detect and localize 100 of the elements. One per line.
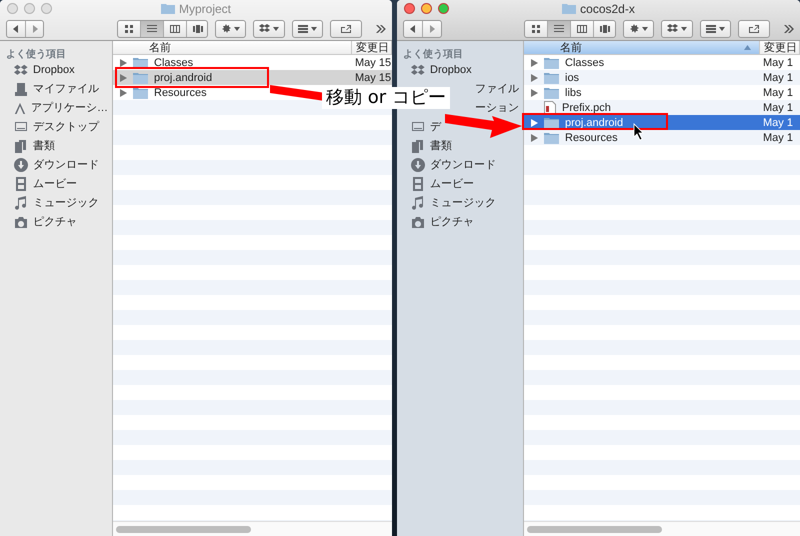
- double-chevron-icon: [784, 24, 794, 34]
- file-name: Resources: [565, 132, 618, 144]
- modified-date: May 1: [763, 56, 793, 68]
- film-icon: [14, 176, 28, 190]
- folder-icon: [544, 116, 559, 128]
- sidebar-item[interactable]: ピクチャ: [430, 214, 474, 229]
- folder-icon: [544, 132, 559, 144]
- documents-icon: [14, 138, 28, 152]
- list-icon: [146, 24, 158, 34]
- dropbox-button[interactable]: [661, 20, 694, 38]
- sidebar-item[interactable]: ピクチャ: [33, 214, 77, 229]
- folder-icon: [544, 56, 559, 68]
- file-name: ios: [565, 72, 580, 84]
- sidebar-item[interactable]: ムービー: [33, 176, 77, 191]
- window-title: cocos2d-x: [580, 2, 635, 16]
- file-name: libs: [565, 86, 582, 98]
- selected-row[interactable]: proj.android May 1: [524, 115, 800, 130]
- scrollbar-thumb[interactable]: [116, 526, 251, 532]
- view-mode-control[interactable]: [524, 20, 616, 38]
- window-control[interactable]: [438, 3, 449, 14]
- sidebar-item[interactable]: デ: [430, 119, 441, 134]
- sidebar-item[interactable]: ファイル: [475, 81, 519, 96]
- drawer-icon: [14, 82, 28, 96]
- sidebar-item[interactable]: マイファイル: [33, 81, 99, 96]
- sidebar-item[interactable]: ミュージック: [430, 195, 496, 210]
- file-name: proj.android: [565, 116, 624, 128]
- column-header[interactable]: 名前: [524, 41, 760, 54]
- forward-arrow-icon: [31, 24, 39, 34]
- sidebar-item[interactable]: Dropbox: [430, 64, 472, 76]
- sidebar-item[interactable]: アプリケーシ…: [31, 100, 108, 115]
- file-name: proj.android: [154, 72, 212, 84]
- file-name: Classes: [154, 56, 194, 68]
- gear-icon: [221, 24, 232, 34]
- monitor-icon: [14, 120, 28, 134]
- back-forward-control[interactable]: [6, 20, 44, 38]
- cover-flow-icon: [598, 24, 610, 34]
- sidebar-item[interactable]: ダウンロード: [33, 157, 99, 172]
- back-arrow-icon: [12, 24, 20, 34]
- file-name: Resources: [154, 86, 207, 98]
- sidebar-item[interactable]: デスクトップ: [33, 119, 99, 134]
- share-button[interactable]: [738, 20, 770, 38]
- cover-flow-icon: [192, 24, 204, 34]
- view-mode-control[interactable]: [117, 20, 208, 38]
- arrange-button[interactable]: [292, 20, 324, 38]
- modified-date: May 1: [763, 132, 793, 144]
- dropbox-icon: [14, 62, 28, 76]
- folder-icon: [562, 3, 576, 14]
- sidebar-item[interactable]: ムービー: [430, 176, 474, 191]
- folder-icon: [544, 72, 559, 84]
- columns-icon: [169, 24, 182, 34]
- back-forward-control[interactable]: [403, 20, 442, 38]
- annotation-label: 移動 or コピー: [322, 87, 450, 109]
- file-name: Prefix.pch: [562, 102, 611, 114]
- columns-icon: [576, 24, 588, 34]
- grid-icon: [530, 24, 542, 34]
- folder-icon: [133, 86, 148, 98]
- dropbox-icon: [411, 62, 425, 76]
- grid-icon: [123, 24, 136, 34]
- window-control[interactable]: [421, 3, 432, 14]
- selected-row[interactable]: proj.android May 15: [113, 70, 392, 85]
- download-icon: [14, 158, 28, 172]
- grid-icon: [706, 24, 716, 34]
- column-header[interactable]: 変更日: [760, 41, 800, 54]
- modified-date: May 15: [355, 56, 392, 68]
- share-icon: [340, 24, 352, 34]
- window-control[interactable]: [404, 3, 415, 14]
- scrollbar-thumb[interactable]: [527, 526, 662, 532]
- sidebar-heading: よく使う項目: [5, 48, 67, 60]
- camera-icon: [411, 214, 425, 228]
- share-button[interactable]: [330, 20, 362, 38]
- folder-icon: [133, 72, 148, 84]
- forward-arrow-icon: [428, 24, 436, 34]
- sidebar-item[interactable]: Dropbox: [33, 64, 75, 76]
- sidebar-item[interactable]: 書類: [430, 138, 452, 153]
- column-header[interactable]: 名前: [113, 41, 352, 54]
- folder-icon: [544, 86, 559, 98]
- sidebar-item[interactable]: 書類: [33, 138, 55, 153]
- back-arrow-icon: [409, 24, 417, 34]
- arrange-button[interactable]: [700, 20, 732, 38]
- sidebar-item[interactable]: ーション: [475, 100, 519, 115]
- modified-date: May 1: [763, 102, 793, 114]
- modified-date: May 1: [763, 116, 793, 128]
- dropbox-button[interactable]: [253, 20, 286, 38]
- sidebar-item[interactable]: ダウンロード: [430, 157, 496, 172]
- list-view-button[interactable]: [548, 20, 570, 36]
- column-header[interactable]: 変更日: [352, 41, 392, 54]
- dropbox-icon: [667, 24, 678, 34]
- monitor-icon: [411, 120, 425, 134]
- film-icon: [411, 176, 425, 190]
- modified-date: May 15: [355, 72, 392, 84]
- modified-date: May 1: [763, 72, 793, 84]
- action-button[interactable]: [623, 20, 654, 38]
- action-button[interactable]: [215, 20, 246, 38]
- folder-icon: [133, 56, 148, 68]
- music-note-icon: [14, 196, 28, 210]
- list-view-button[interactable]: [141, 20, 164, 36]
- folder-icon: [160, 3, 175, 14]
- sidebar-item[interactable]: ミュージック: [33, 195, 99, 210]
- list-icon: [552, 24, 564, 34]
- a-letter-icon: [14, 100, 26, 114]
